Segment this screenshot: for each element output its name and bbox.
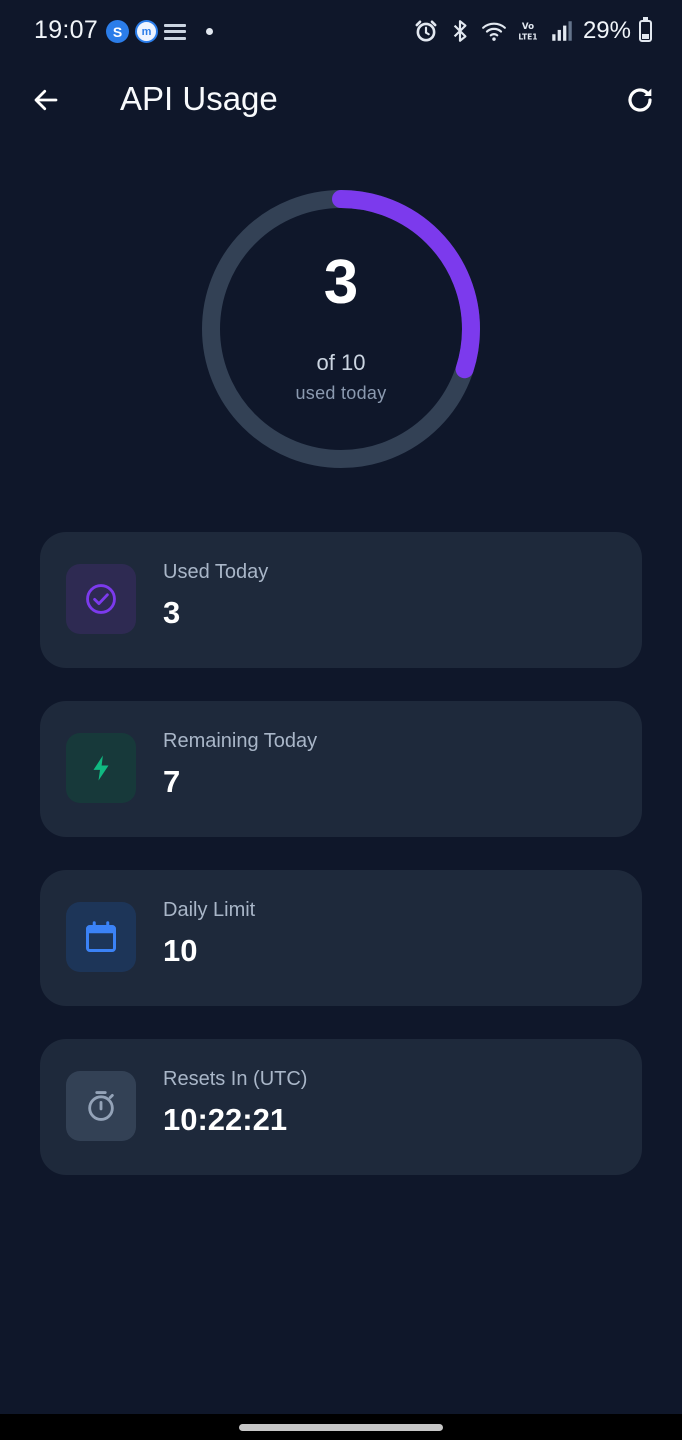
usage-ring: 3 of 10 used today <box>201 189 481 469</box>
usage-ring-chart <box>202 190 480 468</box>
used-today-value: 3 <box>163 595 181 630</box>
alarm-icon <box>415 20 437 42</box>
remaining-today-card: Remaining Today 7 <box>40 701 642 837</box>
resets-in-icon-box <box>66 1071 136 1141</box>
resets-in-label: Resets In (UTC) <box>163 1068 308 1090</box>
status-notification-icons: S m <box>106 20 213 43</box>
signal-icon <box>552 21 572 41</box>
back-button[interactable] <box>24 78 68 122</box>
daily-limit-value: 10 <box>163 933 198 968</box>
gesture-handle[interactable] <box>239 1424 443 1431</box>
notification-icon <box>164 23 186 40</box>
daily-limit-label: Daily Limit <box>163 899 256 921</box>
s-app-icon: S <box>106 20 129 43</box>
battery-percent: 29% <box>582 17 631 44</box>
wifi-icon <box>482 22 506 41</box>
status-time: 19:07 <box>34 16 99 44</box>
status-bar: 19:07 S m Vo LTE1 29% <box>0 0 682 64</box>
remaining-today-label: Remaining Today <box>163 730 318 752</box>
check-circle-icon <box>86 584 116 614</box>
battery-icon <box>639 17 652 42</box>
daily-limit-card: Daily Limit 10 <box>40 870 642 1006</box>
calendar-icon <box>86 921 116 952</box>
refresh-button[interactable] <box>618 78 662 122</box>
ring-used-value: 3 <box>323 248 359 317</box>
status-system-icons: Vo LTE1 29% <box>413 17 652 45</box>
used-today-card: Used Today 3 <box>40 532 642 668</box>
used-today-icon-box <box>66 564 136 634</box>
ring-subtitle: used today <box>295 383 387 403</box>
timer-icon <box>88 1091 114 1121</box>
volte-icon: Vo LTE1 <box>518 22 537 42</box>
used-today-label: Used Today <box>163 561 269 583</box>
page-title: API Usage <box>120 80 278 117</box>
refresh-icon <box>628 88 652 112</box>
m-app-icon: m <box>135 20 158 43</box>
remaining-today-value: 7 <box>163 764 181 799</box>
lightning-icon <box>93 755 109 781</box>
ring-of-limit: of 10 <box>316 350 366 375</box>
bluetooth-icon <box>453 20 467 42</box>
app-bar: API Usage <box>0 64 682 138</box>
svg-text:LTE1: LTE1 <box>518 33 537 42</box>
svg-text:Vo: Vo <box>522 22 534 32</box>
remaining-today-icon-box <box>66 733 136 803</box>
resets-in-card: Resets In (UTC) 10:22:21 <box>40 1039 642 1175</box>
daily-limit-icon-box <box>66 902 136 972</box>
resets-in-value: 10:22:21 <box>163 1102 288 1137</box>
arrow-left-icon <box>34 89 58 111</box>
dot-icon <box>206 28 213 35</box>
